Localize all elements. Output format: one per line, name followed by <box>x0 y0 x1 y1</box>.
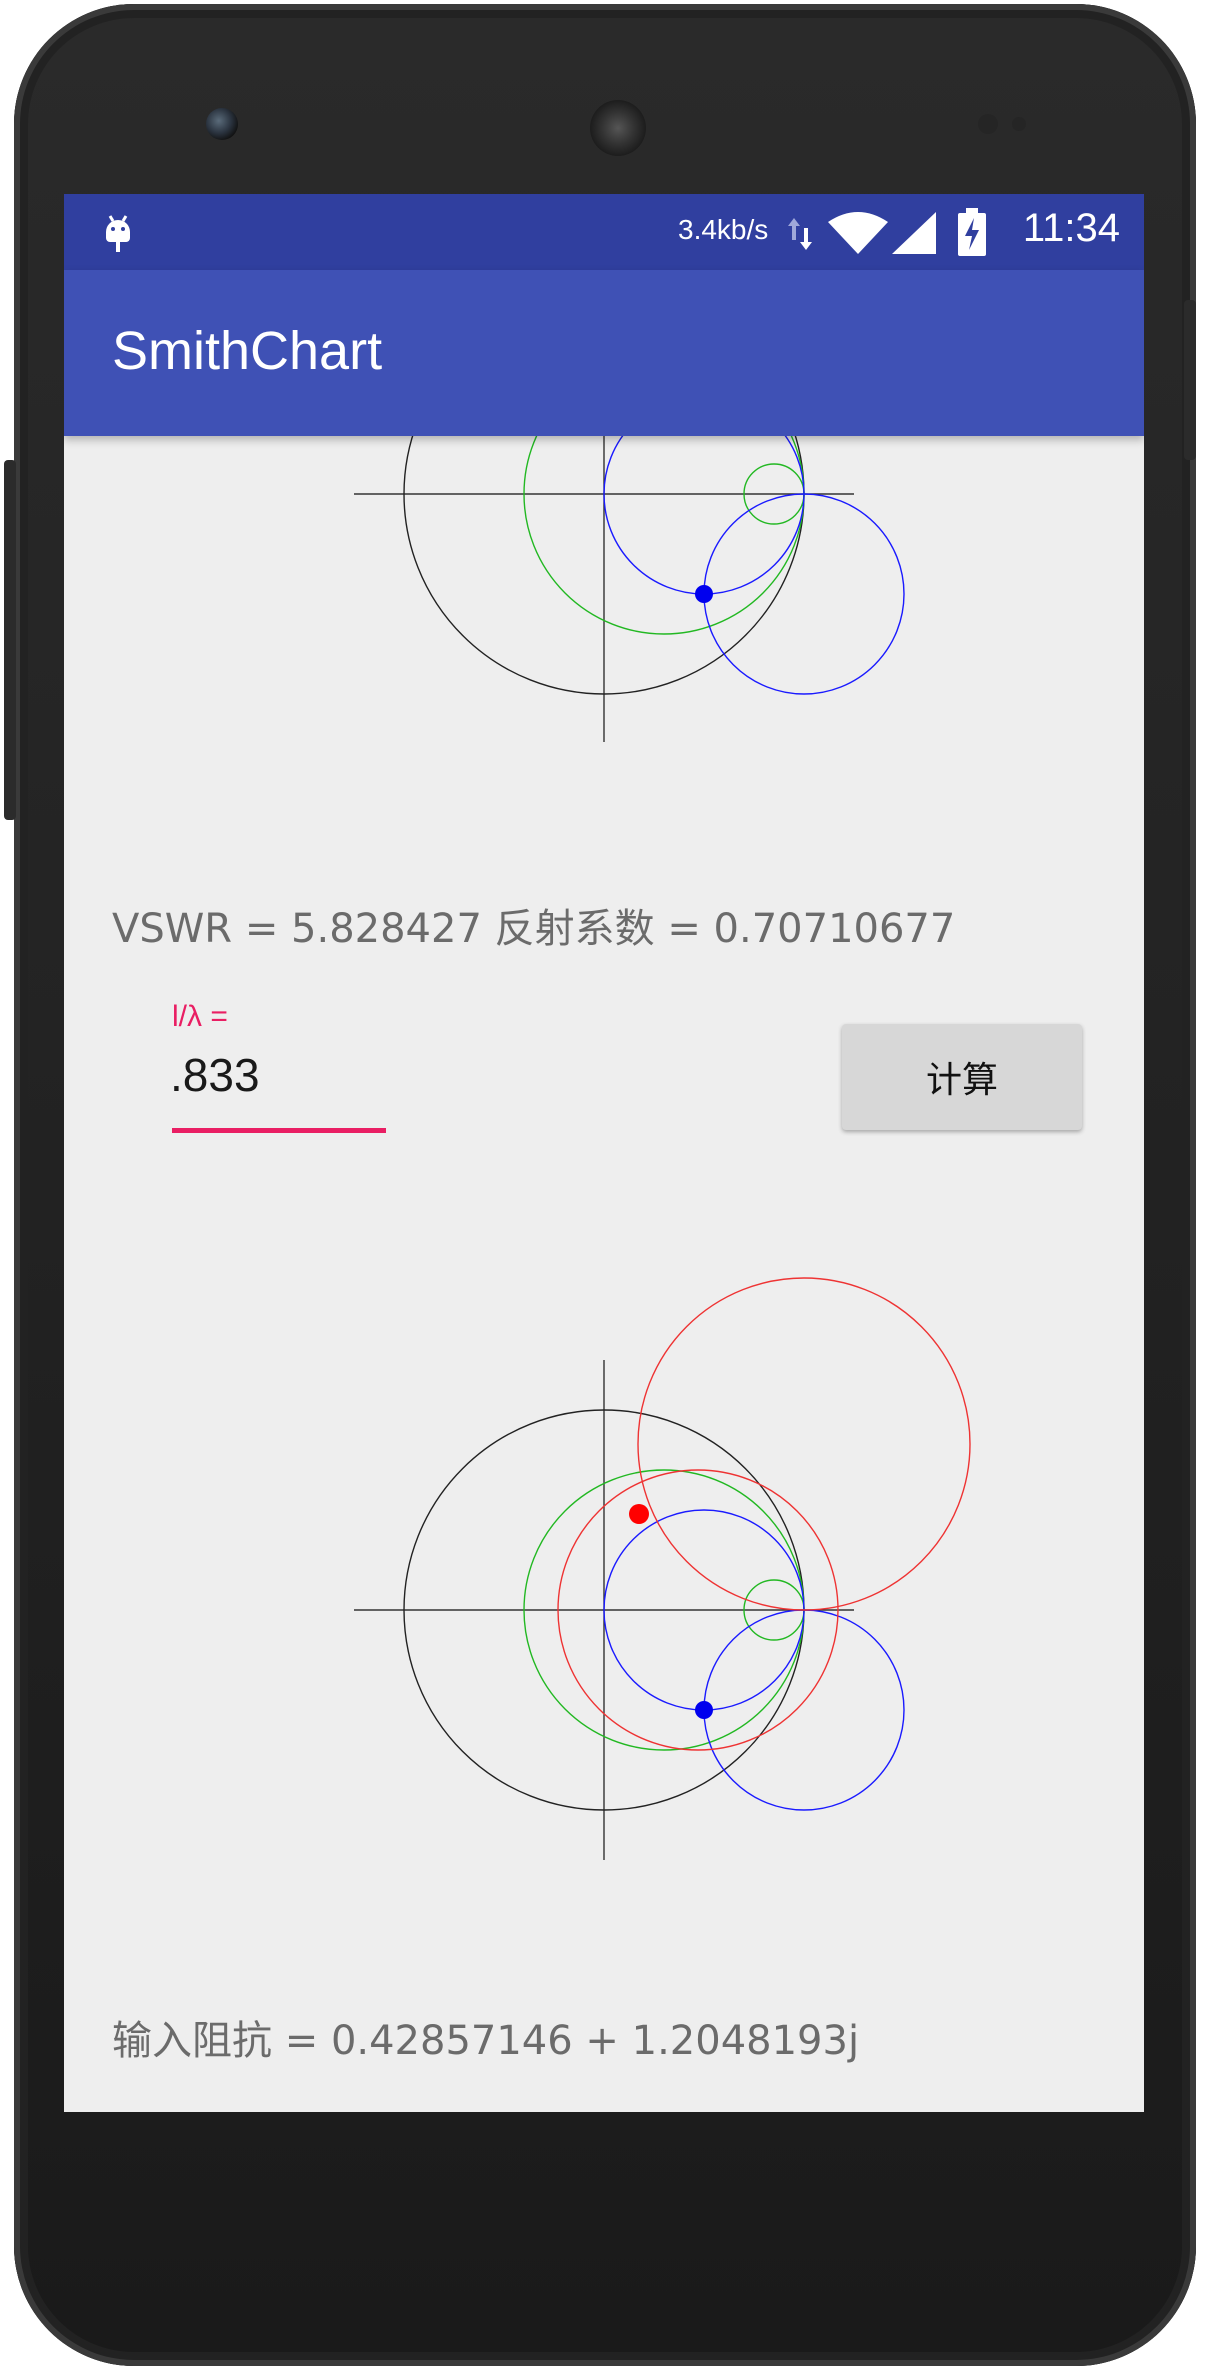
calculate-button[interactable]: 计算 <box>842 1024 1082 1130</box>
vswr-result: VSWR = 5.828427 反射系数 = 0.70710677 <box>112 906 956 952</box>
input-smith-chart <box>354 1277 971 1860</box>
volume-rocker <box>4 460 16 820</box>
input-underline <box>172 1128 386 1133</box>
load-reactance-circle <box>703 493 905 695</box>
input-point-marker <box>629 1504 649 1524</box>
input-impedance-result: 输入阻抗 = 0.42857146 + 1.2048193j <box>112 2018 860 2064</box>
electrical-length-label: l/λ = <box>172 1000 228 1033</box>
front-camera <box>206 108 238 140</box>
load-point-marker <box>695 1701 713 1719</box>
light-sensor <box>1012 117 1026 131</box>
app-bar: SmithChart <box>64 270 1144 436</box>
input-reactance-circle <box>637 1277 971 1611</box>
load-point-marker <box>695 585 713 603</box>
electrical-length-input[interactable] <box>170 1044 386 1106</box>
app-screen: 3.4kb/s 11:34 SmithChart VSWR = 5.828427 <box>64 194 1144 2112</box>
power-button <box>1184 300 1196 460</box>
earpiece-speaker <box>590 100 646 156</box>
app-title: SmithChart <box>112 321 383 381</box>
proximity-sensor <box>978 114 998 134</box>
load-reactance-circle <box>703 1609 905 1811</box>
